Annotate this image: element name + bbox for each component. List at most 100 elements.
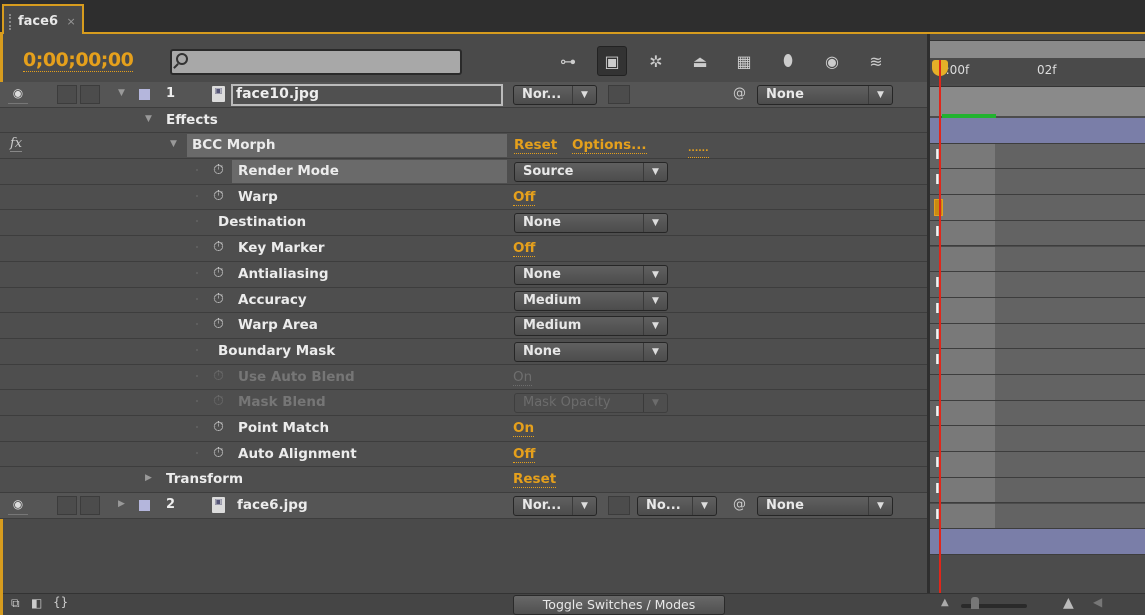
frame-blending-icon[interactable]: ⏏: [685, 46, 715, 76]
property-dropdown[interactable]: Mask Opacity ▼: [514, 393, 668, 414]
timeline-track[interactable]: I: [930, 297, 1145, 324]
layer-name-field[interactable]: face10.jpg: [231, 84, 503, 106]
timeline-track[interactable]: I: [930, 400, 1145, 427]
layer-duration-bar[interactable]: [930, 529, 1145, 555]
stopwatch-icon[interactable]: ⏱: [213, 316, 224, 332]
layer-switches-pane-icon[interactable]: ⧉: [11, 596, 20, 611]
parent-dropdown[interactable]: None ▼: [757, 496, 893, 516]
layer-row-2[interactable]: ◉ ▶ 2 ▣ face6.jpg Nor... ▼ No... ▼ @ None ▼: [0, 493, 927, 519]
graph-editor-icon[interactable]: ◉: [817, 46, 847, 76]
expand-triangle-icon[interactable]: ▼: [145, 114, 152, 124]
property-toggle-value[interactable]: On: [513, 420, 535, 437]
zoom-in-icon[interactable]: ▲: [1063, 595, 1074, 611]
transform-reset-link[interactable]: Reset: [513, 471, 557, 489]
brainstorm-icon[interactable]: ⬮: [773, 46, 803, 76]
preserve-transparency-checkbox[interactable]: [608, 496, 630, 515]
stopwatch-icon[interactable]: ⏱: [213, 239, 224, 255]
current-time-display[interactable]: 0;00;00;00: [23, 49, 134, 72]
layer-name[interactable]: face6.jpg: [237, 497, 308, 513]
property-row[interactable]: ⏱ Render Mode Source ▼: [0, 159, 927, 185]
stopwatch-icon[interactable]: ⏱: [213, 419, 224, 435]
effect-reset-link[interactable]: Reset: [514, 137, 558, 155]
motion-blur-icon[interactable]: ▦: [729, 46, 759, 76]
trkmat-dropdown[interactable]: No... ▼: [637, 496, 717, 516]
drag-grip-icon[interactable]: [9, 14, 12, 30]
property-row[interactable]: ⏱ Key Marker Off: [0, 236, 927, 262]
expand-triangle-icon[interactable]: ▶: [118, 499, 125, 509]
property-row[interactable]: Boundary Mask None ▼: [0, 338, 927, 365]
fx-icon[interactable]: fx: [10, 136, 23, 153]
effect-row-bcc-morph[interactable]: fx ▼ BCC Morph Reset Options... ......: [0, 133, 927, 160]
parent-dropdown[interactable]: None ▼: [757, 85, 893, 105]
lock-switch[interactable]: [80, 496, 100, 515]
zoom-out-icon[interactable]: ▲: [941, 597, 949, 608]
timeline-track[interactable]: [930, 426, 1145, 453]
property-dropdown[interactable]: None ▼: [514, 213, 668, 234]
timeline-track[interactable]: I: [930, 272, 1145, 298]
timeline-graph-area[interactable]: 0:00f 02f IIIIIIIIIII: [927, 34, 1145, 593]
scroll-left-icon[interactable]: ◀: [1093, 595, 1102, 609]
effects-group-row[interactable]: ▼ Effects: [0, 107, 927, 134]
property-toggle-value[interactable]: Off: [513, 189, 536, 206]
property-dropdown[interactable]: Medium ▼: [514, 316, 668, 337]
stopwatch-icon[interactable]: ⏱: [213, 188, 224, 204]
property-dropdown[interactable]: None ▼: [514, 264, 668, 285]
property-row[interactable]: ⏱ Accuracy Medium ▼: [0, 287, 927, 314]
timeline-track[interactable]: I: [930, 477, 1145, 504]
property-row[interactable]: ⏱ Auto Alignment Off: [0, 441, 927, 468]
property-row[interactable]: ⏱ Mask Blend Mask Opacity ▼: [0, 390, 927, 416]
property-dropdown[interactable]: Medium ▼: [514, 290, 668, 311]
tab-face6[interactable]: face6 ×: [2, 4, 84, 36]
property-toggle-value[interactable]: Off: [513, 446, 536, 463]
mode-dropdown[interactable]: Nor... ▼: [513, 85, 597, 105]
property-row[interactable]: ⏱ Warp Area Medium ▼: [0, 313, 927, 339]
time-ruler[interactable]: 0:00f 02f: [930, 58, 1145, 84]
parent-pickwhip-icon[interactable]: @: [733, 497, 746, 512]
stopwatch-icon[interactable]: ⏱: [213, 393, 224, 409]
layer-row-1[interactable]: ◉ ▼ 1 ▣ face10.jpg Nor... ▼ @ None ▼: [0, 82, 927, 108]
effect-about-link[interactable]: ......: [688, 141, 709, 159]
comp-flowchart-icon[interactable]: ⊶: [553, 46, 583, 76]
modes-pane-icon[interactable]: ◧: [31, 596, 42, 610]
timeline-track[interactable]: I: [930, 503, 1145, 530]
hide-shy-layers-icon[interactable]: ✲: [641, 46, 671, 76]
time-navigator[interactable]: [930, 40, 1145, 58]
effect-options-link[interactable]: Options...: [572, 137, 647, 155]
preserve-transparency-checkbox[interactable]: [608, 85, 630, 104]
search-input[interactable]: [170, 49, 462, 75]
transform-group-row[interactable]: ▶ Transform Reset: [0, 467, 927, 493]
property-row[interactable]: ⏱ Antialiasing None ▼: [0, 261, 927, 288]
solo-switch[interactable]: [57, 496, 77, 515]
video-eye-icon[interactable]: ◉: [8, 86, 28, 104]
timeline-track[interactable]: I: [930, 452, 1145, 478]
parent-pickwhip-icon[interactable]: @: [733, 86, 746, 101]
timeline-track[interactable]: I: [930, 323, 1145, 350]
close-tab-icon[interactable]: ×: [67, 15, 76, 28]
stopwatch-icon[interactable]: ⏱: [213, 162, 224, 178]
property-dropdown[interactable]: Source ▼: [514, 162, 668, 183]
timeline-track[interactable]: [930, 375, 1145, 401]
time-zoom-slider-thumb[interactable]: [971, 597, 979, 609]
graph-editor-toggle-icon[interactable]: ≋: [861, 46, 891, 76]
mode-dropdown[interactable]: Nor... ▼: [513, 496, 597, 516]
toggle-switches-modes-button[interactable]: Toggle Switches / Modes: [513, 595, 725, 615]
lock-switch[interactable]: [80, 85, 100, 104]
solo-switch[interactable]: [57, 85, 77, 104]
label-color-swatch[interactable]: [138, 88, 151, 101]
expand-triangle-icon[interactable]: ▶: [145, 473, 152, 483]
layer-duration-bar[interactable]: [930, 118, 1145, 144]
stopwatch-icon[interactable]: ⏱: [213, 291, 224, 307]
timeline-track[interactable]: [930, 246, 1145, 273]
timeline-track[interactable]: [930, 195, 1145, 221]
in-out-pane-icon[interactable]: {}: [53, 595, 68, 609]
stopwatch-icon[interactable]: ⏱: [213, 445, 224, 461]
property-row[interactable]: ⏱ Warp Off: [0, 184, 927, 211]
expand-triangle-icon[interactable]: ▼: [118, 88, 125, 98]
property-row[interactable]: ⏱ Use Auto Blend On: [0, 364, 927, 391]
property-toggle-value[interactable]: Off: [513, 240, 536, 258]
playhead-line[interactable]: [939, 60, 941, 593]
stopwatch-icon[interactable]: ⏱: [213, 265, 224, 281]
stopwatch-icon[interactable]: ⏱: [213, 368, 224, 384]
draft-3d-icon[interactable]: ▣: [597, 46, 627, 76]
property-dropdown[interactable]: None ▼: [514, 341, 668, 362]
